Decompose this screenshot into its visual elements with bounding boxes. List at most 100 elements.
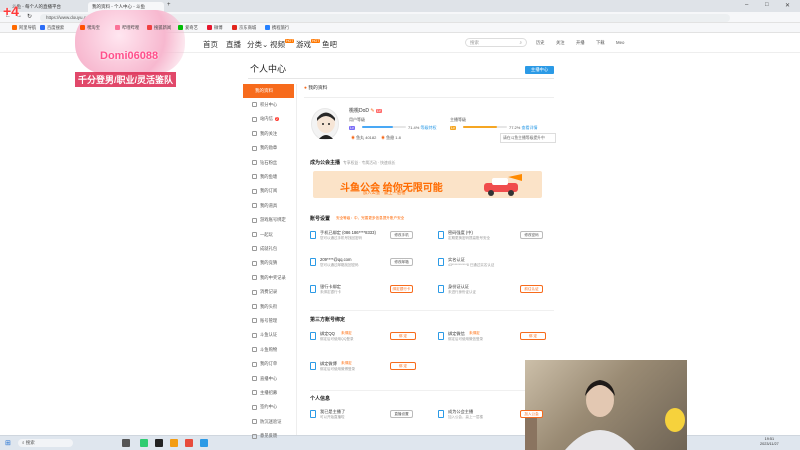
sidebar-item[interactable]: 我的头衔 [252, 304, 277, 310]
bookmark-item[interactable]: 携程旅行 [265, 25, 289, 31]
sidebar-item[interactable]: 游戏账号绑定 [252, 217, 286, 223]
user-level-link[interactable]: 等级特权 [420, 125, 436, 130]
setting-icon [438, 285, 444, 293]
sidebar-item-label: 我的竞猜 [260, 260, 278, 266]
sidebar-item[interactable]: 积分中心 [252, 102, 277, 108]
setting-icon [438, 231, 444, 239]
sidebar-item-label: 积分中心 [260, 102, 278, 107]
app-icon[interactable] [185, 439, 193, 447]
sidebar-item[interactable]: 我的关注 [252, 131, 277, 137]
sidebar-item[interactable]: 直播中心 [252, 376, 277, 382]
avatar[interactable] [311, 108, 339, 140]
sidebar-item[interactable]: 站内信 2 [252, 116, 279, 122]
nav-fishbar[interactable]: 鱼吧 [322, 39, 337, 50]
minimize-icon[interactable]: – [745, 2, 748, 8]
setting-icon [438, 258, 444, 266]
sidebar-item[interactable]: 账号管理 [252, 318, 277, 324]
setting-button[interactable]: 绑 定 [390, 362, 416, 370]
sidebar-item[interactable]: 我的订单 [252, 361, 277, 367]
bookmark-item[interactable]: 哔哩哔哩 [115, 25, 139, 31]
nav-game[interactable]: 游戏HOT [296, 39, 321, 50]
sidebar-item-icon [252, 131, 257, 137]
bookmark-label: 爱奇艺 [185, 25, 198, 30]
search-icon[interactable]: ⌕ [519, 40, 522, 45]
sidebar-item-icon [252, 231, 257, 237]
setting-button[interactable]: 前往认证 [520, 285, 543, 293]
setting-icon [438, 332, 444, 340]
browser-tab[interactable]: 斗鱼 - 每个人的直播平台 [8, 2, 86, 12]
bookmark-item[interactable]: 爱奇艺 [178, 25, 198, 31]
folder-icon[interactable] [170, 439, 178, 447]
sidebar-item[interactable]: 斗鱼购物 [252, 347, 277, 353]
streamer-slogan: 千分登男/职业/灵活鉴队 [75, 72, 177, 87]
sidebar-item-label: 账号管理 [260, 318, 278, 323]
sidebar-item[interactable]: 我的竞猜 [252, 260, 277, 266]
bookmark-icon [178, 25, 183, 31]
bookmark-item[interactable]: 百度搜索 [40, 25, 64, 31]
setting-button[interactable]: 修改手机 [390, 231, 413, 239]
sidebar-item[interactable]: 主播招募 [252, 390, 277, 396]
sidebar-item[interactable]: 我的订阅 [252, 188, 277, 194]
setting-button[interactable]: 绑 定 [390, 332, 416, 340]
sidebar-item[interactable]: 我的勋章 [252, 145, 277, 151]
sidebar-item-label: 我的中奖记录 [260, 274, 286, 280]
guild-banner[interactable]: 斗鱼公会 给你无限可能 加入公会 · 赢上一层楼 [313, 171, 542, 198]
sidebar-item[interactable]: 防沉迷验证 [252, 419, 281, 425]
sidebar-item[interactable]: 消费记录 [252, 289, 277, 295]
header-user[interactable]: Meo [616, 40, 624, 45]
header-download[interactable]: 下载 [596, 40, 605, 46]
taskview-icon[interactable] [122, 439, 130, 447]
sidebar-item[interactable]: 签约中心 [252, 404, 277, 410]
setting-button[interactable]: 绑 定 [520, 332, 546, 340]
setting-button[interactable]: 直播设置 [390, 410, 413, 418]
browser-icon[interactable] [200, 439, 208, 447]
header-history[interactable]: 历史 [536, 40, 545, 46]
sidebar-item-icon [252, 203, 257, 209]
close-icon[interactable]: ✕ [785, 2, 790, 9]
edit-icon[interactable]: ✎ [370, 108, 374, 114]
setting-icon [310, 285, 316, 293]
sidebar-item[interactable]: 钻石粉丝 [252, 160, 277, 166]
sidebar-item[interactable]: 一起玩 [252, 232, 273, 238]
sidebar-item[interactable]: 我的道具 [252, 203, 277, 209]
host-center-button[interactable]: 主播中心 [525, 66, 554, 74]
sidebar-item[interactable]: 我的中奖记录 [252, 275, 286, 281]
bookmark-item[interactable]: 嘿淘宝 [80, 25, 100, 31]
host-level-link[interactable]: 查看详情 [521, 125, 537, 130]
bookmark-item[interactable]: 京东商城 [232, 25, 256, 31]
search-input[interactable]: 搜索 ⌕ [465, 38, 527, 47]
sidebar-item[interactable]: 斗鱼认证 [252, 332, 277, 338]
app-icon[interactable] [155, 439, 163, 447]
user-icon: ● [304, 86, 307, 91]
windows-start-icon[interactable]: ⊞ [5, 439, 11, 447]
setting-button[interactable]: 修改邮箱 [390, 258, 413, 266]
nav-category[interactable]: 分类⌄ [247, 39, 268, 50]
nav-live[interactable]: 直播 [226, 39, 241, 50]
level-tag: LV [376, 109, 383, 113]
setting-button[interactable]: 修改密码 [520, 231, 543, 239]
new-tab-icon[interactable]: + [167, 2, 171, 8]
bookmark-item[interactable]: 微博 [207, 25, 223, 31]
reload-icon[interactable]: ↻ [27, 13, 32, 20]
sidebar-item[interactable]: 我的鱼塘 [252, 174, 277, 180]
sidebar-item-profile[interactable]: 我的资料 [243, 84, 294, 98]
setting-button[interactable]: 加入公会 [520, 410, 543, 418]
taskbar-search[interactable]: ⌕ 搜索 [18, 439, 73, 447]
account-section-title: 账号设置 [310, 216, 331, 222]
sidebar-item[interactable]: 意见反馈 [252, 433, 277, 439]
bookmark-item[interactable]: 阿里导航 [12, 25, 36, 31]
nav-home[interactable]: 首页 [203, 39, 218, 50]
setting-icon [310, 258, 316, 266]
sidebar-item-icon [252, 102, 257, 108]
bookmark-item[interactable]: 搜狐新闻 [147, 25, 171, 31]
sidebar-item[interactable]: 成就礼包 [252, 246, 277, 252]
setting-button[interactable]: 绑定银行卡 [390, 285, 413, 293]
user-level-label: 用户等级 [349, 117, 365, 122]
sidebar-item-label: 游戏账号绑定 [260, 217, 286, 223]
app-icon[interactable] [140, 439, 148, 447]
maximize-icon[interactable]: □ [765, 2, 769, 8]
header-broadcast[interactable]: 开播 [576, 40, 585, 46]
header-follow[interactable]: 关注 [556, 40, 565, 46]
nav-video[interactable]: 视频HOT [270, 39, 295, 50]
sidebar-item-label: 一起玩 [260, 231, 273, 237]
